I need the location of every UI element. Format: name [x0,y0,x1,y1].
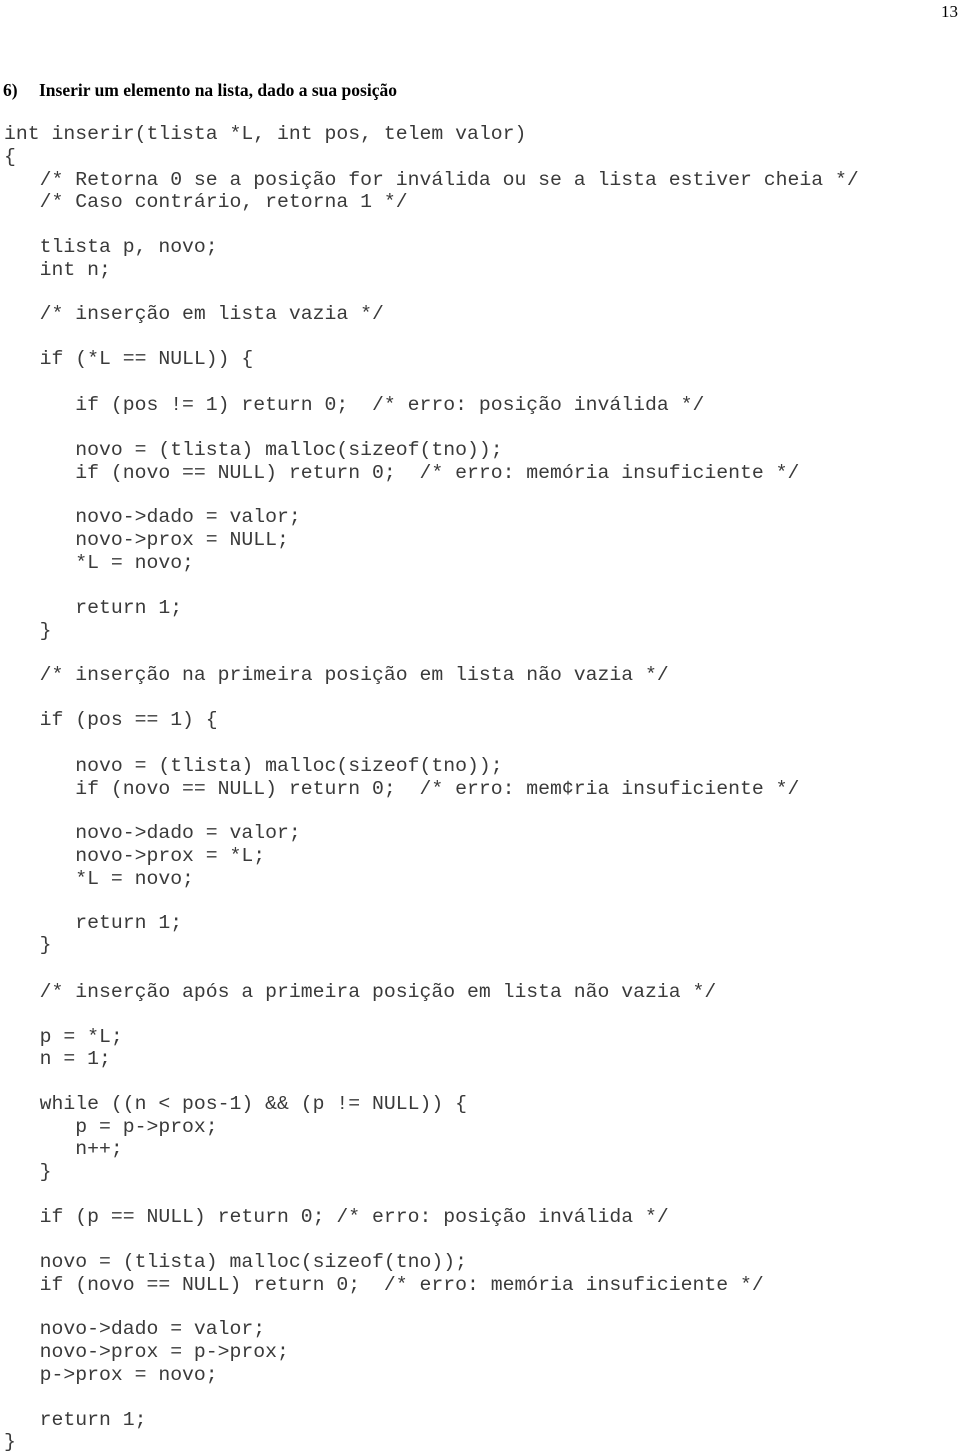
code-line: p->prox = novo; [4,1364,218,1386]
code-line: novo = (tlista) malloc(sizeof(tno)); [4,439,503,461]
code-line: novo->dado = valor; [4,506,301,528]
code-line: *L = novo; [4,552,194,574]
code-line: /* Retorna 0 se a posição for inválida o… [4,169,859,191]
code-line: if (novo == NULL) return 0; /* erro: mem… [4,462,800,484]
code-line: *L = novo; [4,868,194,890]
code-line: novo->prox = *L; [4,845,266,867]
code-line: novo->prox = p->prox; [4,1341,289,1363]
code-line: /* Caso contrário, retorna 1 */ [4,191,408,213]
code-line: p = p->prox; [4,1116,218,1138]
code-listing: int inserir(tlista *L, int pos, telem va… [0,0,960,1453]
code-line: novo->dado = valor; [4,1318,266,1340]
code-line: if (pos != 1) return 0; /* erro: posição… [4,394,705,416]
code-line: int n; [4,259,111,281]
code-line: } [4,1431,16,1453]
code-line: if (p == NULL) return 0; /* erro: posiçã… [4,1206,669,1228]
code-line: novo = (tlista) malloc(sizeof(tno)); [4,755,503,777]
code-line: novo = (tlista) malloc(sizeof(tno)); [4,1251,467,1273]
code-line: { [4,146,16,168]
code-line: n++; [4,1138,123,1160]
code-line: } [4,620,52,642]
code-line: } [4,1161,52,1183]
code-line: while ((n < pos-1) && (p != NULL)) { [4,1093,467,1115]
code-line: tlista p, novo; [4,236,218,258]
code-line: return 1; [4,912,183,934]
code-line: n = 1; [4,1048,111,1070]
code-line: /* inserção em lista vazia */ [4,303,384,325]
code-line: /* inserção na primeira posição em lista… [4,664,669,686]
code-line: if (novo == NULL) return 0; /* erro: mem… [4,778,800,800]
code-line: if (novo == NULL) return 0; /* erro: mem… [4,1274,764,1296]
code-line: int inserir(tlista *L, int pos, telem va… [4,123,527,145]
code-line: return 1; [4,597,183,619]
code-line: novo->prox = NULL; [4,529,289,551]
code-line: if (pos == 1) { [4,709,218,731]
code-line: p = *L; [4,1026,123,1048]
code-line: return 1; [4,1409,147,1431]
code-line: } [4,934,52,956]
code-line: if (*L == NULL)) { [4,348,254,370]
code-line: /* inserção após a primeira posição em l… [4,981,717,1003]
code-line: novo->dado = valor; [4,822,301,844]
